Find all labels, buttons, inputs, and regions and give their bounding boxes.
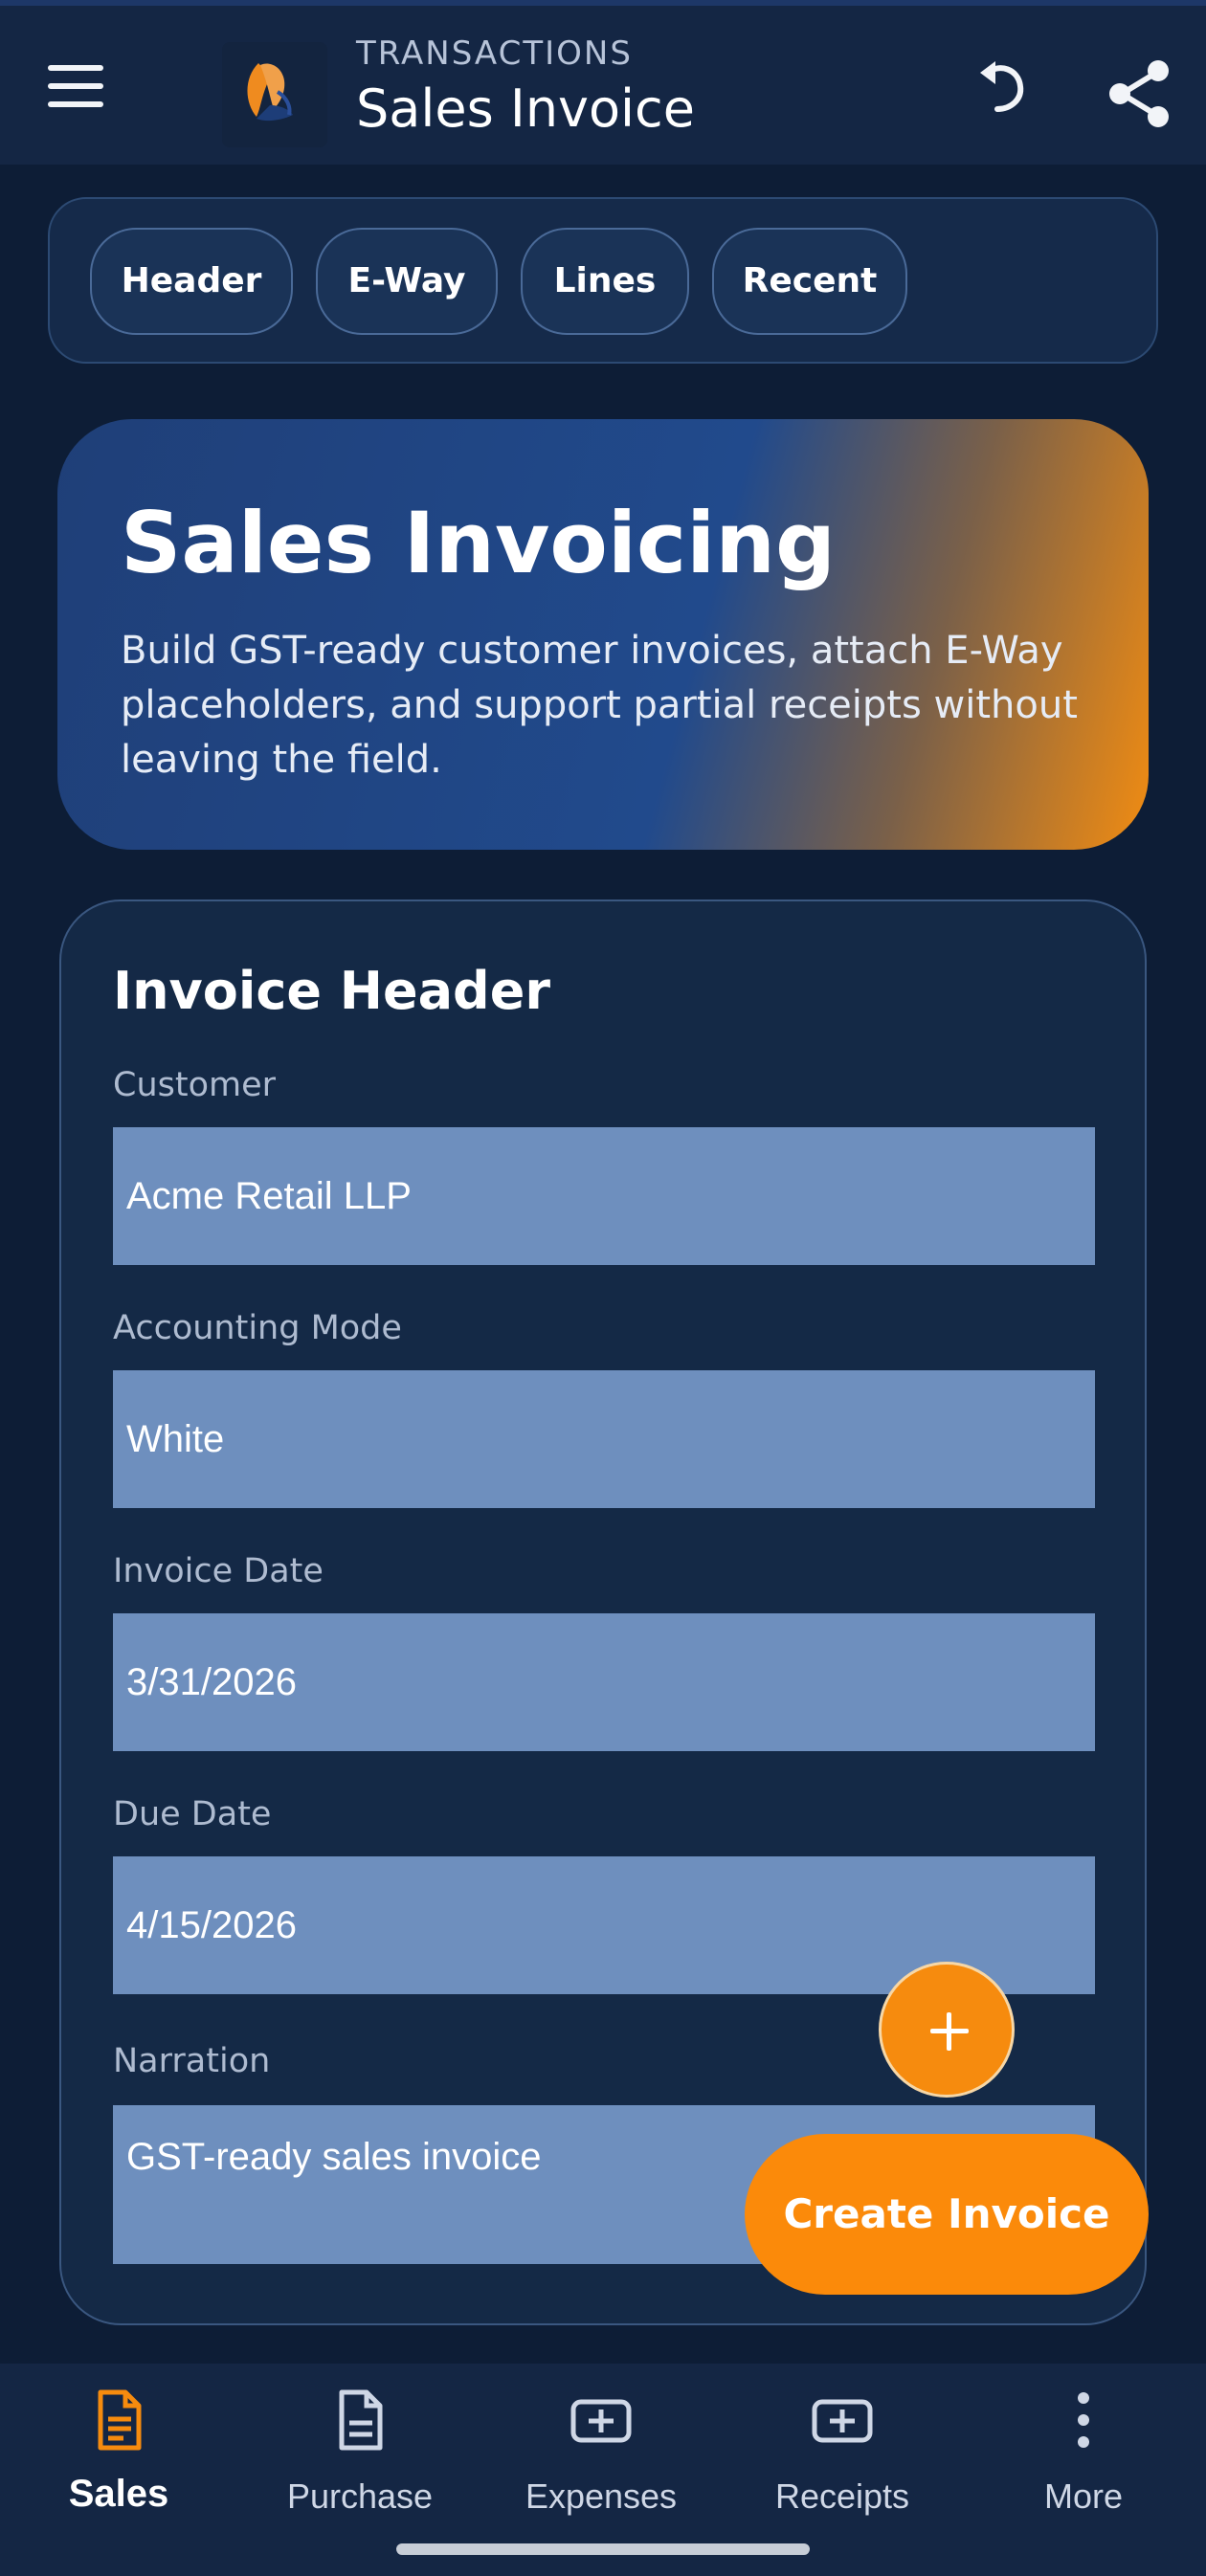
invoice-header-card: Invoice Header Customer Acme Retail LLP … <box>59 899 1147 2325</box>
page-title: Sales Invoice <box>356 78 695 139</box>
plus-box-icon <box>812 2399 873 2443</box>
nav-item-receipts[interactable]: Receipts <box>747 2387 938 2549</box>
more-vertical-icon <box>1078 2392 1089 2448</box>
hero-subtitle: Build GST-ready customer invoices, attac… <box>121 629 1078 782</box>
undo-icon[interactable] <box>967 50 1034 117</box>
tab-recent[interactable]: Recent <box>712 228 907 335</box>
document-icon <box>339 2389 383 2451</box>
nav-label-purchase: Purchase <box>286 2476 434 2516</box>
tab-e-way[interactable]: E-Way <box>316 228 498 335</box>
create-invoice-button[interactable]: Create Invoice <box>745 2134 1149 2295</box>
customer-field[interactable]: Acme Retail LLP <box>113 1127 1095 1265</box>
invoice-date-label: Invoice Date <box>113 1552 324 1590</box>
nav-item-more[interactable]: More <box>988 2387 1179 2549</box>
narration-label: Narration <box>113 2042 271 2080</box>
nav-label-expenses: Expenses <box>525 2476 678 2516</box>
document-icon <box>98 2389 142 2451</box>
add-line-button[interactable] <box>879 1962 1015 2098</box>
tab-lines[interactable]: Lines <box>521 228 689 335</box>
invoice-date-field[interactable]: 3/31/2026 <box>113 1613 1095 1751</box>
menu-icon[interactable] <box>48 65 113 113</box>
section-tabs: Header E-Way Lines Recent <box>48 197 1158 364</box>
app-bar: TRANSACTIONS Sales Invoice <box>0 6 1206 165</box>
card-title: Invoice Header <box>113 961 550 1021</box>
hero-banner: Sales Invoicing Build GST-ready customer… <box>57 419 1149 850</box>
nav-label-sales: Sales <box>68 2473 169 2515</box>
logo-icon <box>222 42 327 147</box>
nav-item-expenses[interactable]: Expenses <box>505 2387 697 2549</box>
accounting-mode-field[interactable]: White <box>113 1370 1095 1508</box>
tab-header[interactable]: Header <box>90 228 293 335</box>
nav-item-purchase[interactable]: Purchase <box>264 2387 456 2549</box>
nav-label-more: More <box>1043 2476 1124 2516</box>
share-icon[interactable] <box>1101 56 1177 132</box>
nav-item-sales[interactable]: Sales <box>23 2387 214 2549</box>
app-eyebrow: TRANSACTIONS <box>356 34 633 73</box>
hero-title: Sales Invoicing <box>121 494 836 592</box>
customer-label: Customer <box>113 1066 277 1104</box>
nav-label-receipts: Receipts <box>774 2476 910 2516</box>
due-date-label: Due Date <box>113 1795 272 1833</box>
home-indicator[interactable] <box>396 2543 810 2555</box>
accounting-mode-label: Accounting Mode <box>113 1309 402 1347</box>
plus-box-icon <box>570 2399 632 2443</box>
